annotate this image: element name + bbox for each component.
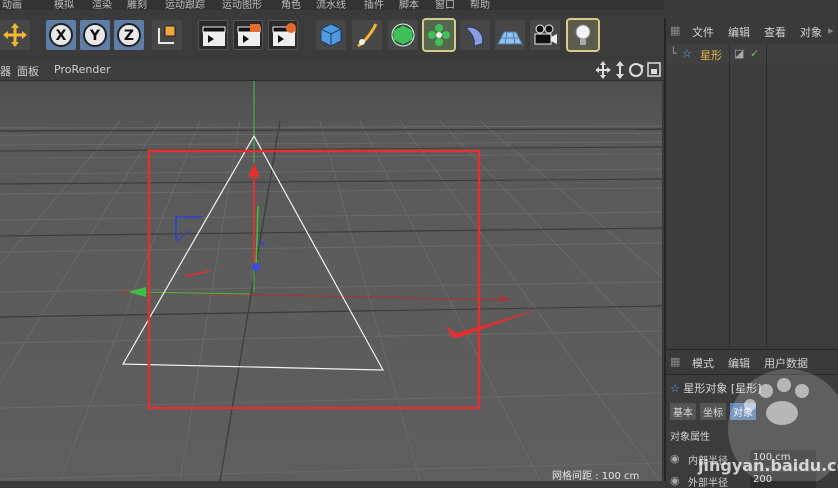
maximize-icon[interactable] xyxy=(647,62,661,77)
viewport-menu-prorender[interactable]: ProRender xyxy=(54,63,111,76)
x-axis-lock-button[interactable]: X xyxy=(46,20,76,50)
object-visible-check-icon[interactable]: ✓ xyxy=(750,47,759,60)
render-view-button[interactable] xyxy=(198,20,228,50)
om-menu-file[interactable]: 文件 xyxy=(692,24,714,40)
menu-item[interactable]: 脚本 xyxy=(399,0,419,10)
star-object-icon: ☆ xyxy=(682,47,692,60)
panel-grip-icon: ▦ xyxy=(670,24,681,37)
pen-icon xyxy=(357,23,378,48)
pan-icon[interactable] xyxy=(596,61,611,79)
render-region-button[interactable] xyxy=(233,20,263,50)
y-axis-icon: Y xyxy=(83,23,107,47)
watermark-text: jingyan.baidu.com xyxy=(697,456,838,475)
subdivision-icon xyxy=(391,23,415,47)
menu-item[interactable]: 运动跟踪 xyxy=(165,0,205,10)
viewport-header: 器 面板 ProRender xyxy=(0,60,664,81)
cloner-button[interactable] xyxy=(422,18,456,52)
viewport-nav-icons[interactable] xyxy=(596,61,662,79)
pen-spline-button[interactable] xyxy=(352,20,382,50)
camera-button[interactable] xyxy=(530,20,560,50)
svg-text:Z: Z xyxy=(124,28,134,44)
object-manager-header: ▦ 文件 编辑 查看 对象 ▸ xyxy=(666,18,838,45)
cube-icon xyxy=(320,23,342,47)
x-axis-icon: X xyxy=(49,23,73,47)
floor-icon xyxy=(497,31,523,45)
deformer-button[interactable] xyxy=(460,20,490,50)
floor-button[interactable] xyxy=(495,20,525,50)
clapper-icon xyxy=(202,26,226,46)
menu-item[interactable]: 渲染 xyxy=(92,0,112,10)
viewport-menu-panel[interactable]: 面板 xyxy=(17,63,39,79)
menu-item[interactable]: 插件 xyxy=(364,0,384,10)
object-tag-icon[interactable]: ◪ xyxy=(734,47,744,60)
menu-bar: 动画 模拟 渲染 雕刻 运动跟踪 运动图形 角色 流水线 插件 脚本 窗口 帮助 xyxy=(0,0,664,10)
object-row-star[interactable]: └ ☆ 星形对象 [星形] 星形 ◪ ✓ xyxy=(666,44,838,64)
object-pivot-point[interactable] xyxy=(252,263,260,271)
menu-item[interactable]: 帮助 xyxy=(470,0,490,10)
subdivision-button[interactable] xyxy=(388,20,418,50)
menu-item[interactable]: 动画 xyxy=(2,0,22,10)
cube-object-button[interactable] xyxy=(316,20,346,50)
om-more-icon[interactable]: ▸ xyxy=(828,24,834,37)
object-name-label[interactable]: 星形 xyxy=(700,47,722,63)
zoom-icon[interactable] xyxy=(616,61,624,79)
world-coordinates-icon xyxy=(158,25,176,44)
z-axis-lock-button[interactable]: Z xyxy=(114,20,144,50)
viewport-menu-filter[interactable]: 器 xyxy=(0,63,11,79)
coordinate-system-button[interactable] xyxy=(152,20,182,50)
menu-item[interactable]: 流水线 xyxy=(316,0,346,10)
bend-deformer-icon xyxy=(465,26,484,47)
3d-viewport[interactable]: 网格间距 : 100 cm xyxy=(0,81,662,481)
move-tool-button[interactable] xyxy=(0,20,30,50)
menu-item[interactable]: 窗口 xyxy=(435,0,455,10)
clapper-gear-icon xyxy=(272,23,296,46)
z-axis-icon: Z xyxy=(117,23,141,47)
om-menu-edit[interactable]: 编辑 xyxy=(728,24,750,40)
menu-item[interactable]: 模拟 xyxy=(54,0,74,10)
y-axis-lock-button[interactable]: Y xyxy=(80,20,110,50)
om-column-divider xyxy=(729,44,730,349)
light-button[interactable] xyxy=(566,18,600,52)
light-bulb-icon xyxy=(575,24,591,45)
viewport-canvas[interactable]: 网格间距 : 100 cm xyxy=(0,81,662,481)
menu-item[interactable]: 角色 xyxy=(281,0,301,10)
tree-branch-icon: └ xyxy=(670,47,677,60)
camera-icon xyxy=(534,24,557,45)
rotate-icon[interactable] xyxy=(629,63,644,77)
om-menu-object[interactable]: 对象 xyxy=(800,24,822,40)
menu-item[interactable]: 运动图形 xyxy=(222,0,262,10)
main-toolbar: X Y Z xyxy=(0,10,664,61)
cloner-icon xyxy=(428,24,450,46)
om-column-divider xyxy=(766,44,767,349)
render-settings-button[interactable] xyxy=(268,20,298,50)
menu-item[interactable]: 雕刻 xyxy=(127,0,147,10)
clapper-region-icon xyxy=(237,24,261,46)
watermark: jingyan.baidu.com xyxy=(697,369,838,481)
move-icon xyxy=(3,23,27,47)
svg-text:X: X xyxy=(56,28,67,44)
svg-text:Y: Y xyxy=(89,28,101,44)
om-menu-view[interactable]: 查看 xyxy=(764,24,786,40)
